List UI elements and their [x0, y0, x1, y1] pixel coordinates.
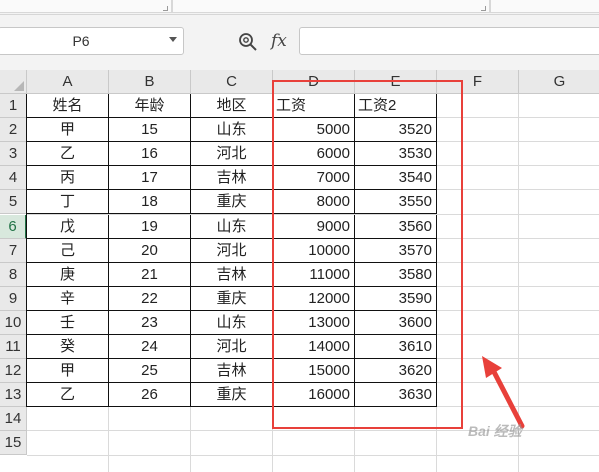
- cell-c7[interactable]: 河北: [191, 238, 273, 263]
- cell-a6[interactable]: 戊: [27, 214, 109, 239]
- cell-b11[interactable]: 24: [109, 335, 191, 360]
- cell-b2[interactable]: 15: [109, 118, 191, 143]
- cell-c6[interactable]: 山东: [191, 214, 273, 239]
- row-header-7[interactable]: 7: [0, 238, 27, 263]
- row-header-10[interactable]: 10: [0, 310, 27, 335]
- row-header-1[interactable]: 1: [0, 94, 27, 119]
- column-header-b[interactable]: B: [109, 70, 191, 94]
- table-left-border: [26, 94, 27, 408]
- cell-b7[interactable]: 20: [109, 238, 191, 263]
- row-header-12[interactable]: 12: [0, 359, 27, 384]
- column-header-c[interactable]: C: [191, 70, 273, 94]
- ribbon-group: [172, 0, 490, 13]
- zoom-formula-icon[interactable]: [238, 32, 258, 52]
- select-all-corner[interactable]: [0, 70, 27, 94]
- cell-a12[interactable]: 甲: [27, 359, 109, 384]
- cell-c12[interactable]: 吉林: [191, 359, 273, 384]
- row-header-11[interactable]: 11: [0, 335, 27, 360]
- ribbon-group: [0, 0, 172, 13]
- cell-c10[interactable]: 山东: [191, 310, 273, 335]
- cell-a2[interactable]: 甲: [27, 118, 109, 143]
- cell-a4[interactable]: 丙: [27, 166, 109, 191]
- row-header-15[interactable]: 15: [0, 431, 27, 456]
- row-header-5[interactable]: 5: [0, 190, 27, 215]
- cell-c4[interactable]: 吉林: [191, 166, 273, 191]
- cell-b13[interactable]: 26: [109, 383, 191, 408]
- baidu-watermark: Bai 经验: [468, 423, 522, 439]
- row-header-4[interactable]: 4: [0, 166, 27, 191]
- gridline-horizontal: [27, 454, 599, 456]
- cell-c8[interactable]: 吉林: [191, 262, 273, 287]
- column-header-g[interactable]: G: [519, 70, 599, 94]
- cell-b12[interactable]: 25: [109, 359, 191, 384]
- ribbon-strip: [0, 0, 599, 15]
- cell-b5[interactable]: 18: [109, 190, 191, 215]
- row-header-13[interactable]: 13: [0, 383, 27, 408]
- row-header-2[interactable]: 2: [0, 118, 27, 143]
- row-header-14[interactable]: 14: [0, 407, 27, 432]
- cell-c3[interactable]: 河北: [191, 142, 273, 167]
- cell-c1[interactable]: 地区: [191, 94, 273, 119]
- cell-b4[interactable]: 17: [109, 166, 191, 191]
- formula-bar: P6 fx: [0, 15, 599, 70]
- select-all-triangle-icon: [14, 81, 24, 91]
- cell-b3[interactable]: 16: [109, 142, 191, 167]
- row-header-3[interactable]: 3: [0, 142, 27, 167]
- cell-c13[interactable]: 重庆: [191, 383, 273, 408]
- cell-b8[interactable]: 21: [109, 262, 191, 287]
- row-header-9[interactable]: 9: [0, 286, 27, 311]
- cell-a9[interactable]: 辛: [27, 286, 109, 311]
- red-highlight-box: [272, 80, 463, 429]
- name-box[interactable]: P6: [0, 27, 184, 55]
- cell-c5[interactable]: 重庆: [191, 190, 273, 215]
- chevron-down-icon[interactable]: [169, 37, 177, 42]
- cell-c2[interactable]: 山东: [191, 118, 273, 143]
- cell-c9[interactable]: 重庆: [191, 286, 273, 311]
- cell-b1[interactable]: 年龄: [109, 94, 191, 119]
- row-header-8[interactable]: 8: [0, 262, 27, 287]
- cell-b9[interactable]: 22: [109, 286, 191, 311]
- ribbon-group: [490, 0, 599, 13]
- dialog-launcher-icon[interactable]: [163, 6, 168, 11]
- cell-a8[interactable]: 庚: [27, 262, 109, 287]
- cell-a1[interactable]: 姓名: [27, 94, 109, 119]
- cell-b10[interactable]: 23: [109, 310, 191, 335]
- cell-a13[interactable]: 乙: [27, 383, 109, 408]
- cell-a11[interactable]: 癸: [27, 335, 109, 360]
- name-box-value: P6: [72, 33, 90, 49]
- fx-icon[interactable]: fx: [271, 31, 287, 51]
- cell-b6[interactable]: 19: [109, 214, 191, 239]
- cell-a10[interactable]: 壬: [27, 310, 109, 335]
- row-header-6[interactable]: 6: [0, 214, 27, 239]
- cell-a3[interactable]: 乙: [27, 142, 109, 167]
- cell-c11[interactable]: 河北: [191, 335, 273, 360]
- formula-input[interactable]: [299, 27, 599, 55]
- column-header-a[interactable]: A: [27, 70, 109, 94]
- dialog-launcher-icon[interactable]: [481, 6, 486, 11]
- cell-a5[interactable]: 丁: [27, 190, 109, 215]
- cell-a7[interactable]: 己: [27, 238, 109, 263]
